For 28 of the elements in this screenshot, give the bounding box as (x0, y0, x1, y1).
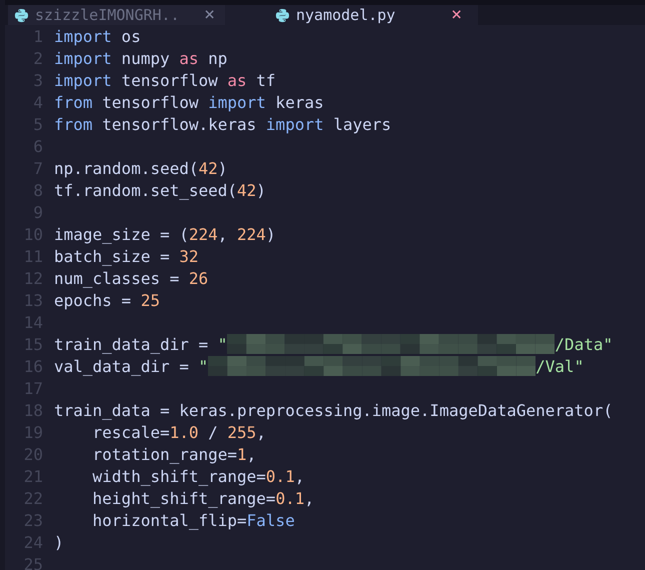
code-text: epochs = 25 (54, 290, 160, 310)
code-text: train_data_dir = " (54, 334, 228, 354)
code-text: from tensorflow.keras import layers (54, 114, 392, 134)
code-text: height_shift_range=0.1, (92, 488, 314, 508)
code-text: val_data_dir = " (54, 356, 208, 376)
close-icon[interactable]: × (451, 6, 462, 24)
code-text: horizontal_flip=False (92, 510, 295, 530)
editor-tab[interactable]: szizzleIMONGRH.. × (8, 5, 225, 25)
code-text: width_shift_range=0.1, (92, 466, 304, 486)
code-text: import tensorflow as tf (54, 70, 276, 90)
code-text: train_data = keras.preprocessing.image.ImageDataGenerator( (54, 400, 613, 420)
code-text: import os (54, 26, 141, 46)
code-text: /Data" (554, 334, 613, 354)
code-text: from tensorflow import keras (54, 92, 324, 112)
code-text: rescale=1.0 / 255, (92, 422, 266, 442)
code-text: import numpy as np (54, 48, 228, 68)
code-text: num_classes = 26 (54, 268, 208, 288)
close-icon[interactable]: × (204, 6, 215, 24)
python-icon (14, 8, 29, 22)
code-text: tf.random.set_seed(42) (54, 180, 266, 200)
code-text: /Val" (536, 356, 584, 376)
code-text: np.random.seed(42) (54, 158, 228, 178)
code-text: batch_size = 32 (54, 246, 198, 266)
code-text: image_size = (224, 224) (54, 224, 276, 244)
code-text: ) (54, 532, 64, 552)
code-text: rotation_range=1, (92, 444, 256, 464)
python-icon (275, 8, 290, 22)
editor-tab[interactable]: nyamodel.py × (225, 5, 478, 25)
